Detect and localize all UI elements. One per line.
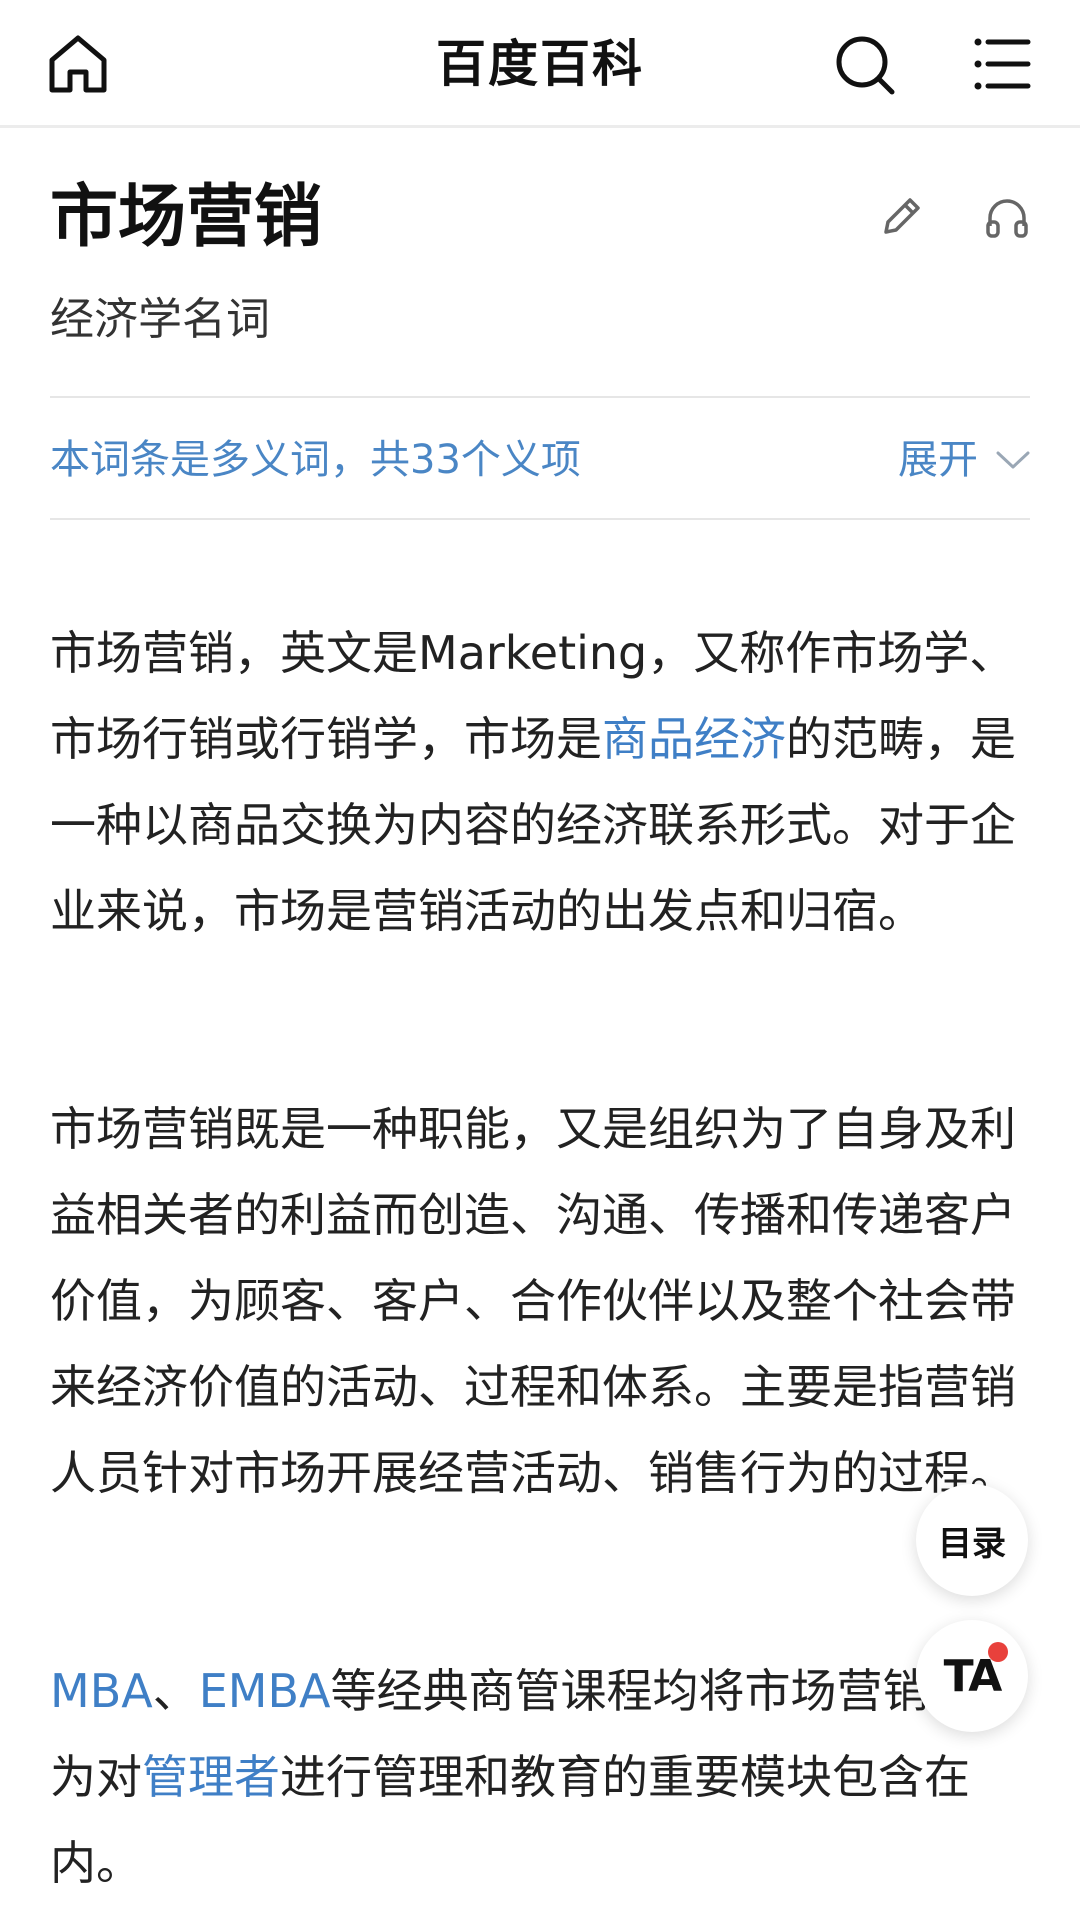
polysemy-notice[interactable]: 本词条是多义词，共33个义项: [50, 430, 581, 490]
entry-title: 市场营销: [50, 178, 323, 257]
paragraph-3: MBA、EMBA等经典商管课程均将市场营销作为对管理者进行管理和教育的重要模块包…: [50, 1648, 1020, 1906]
toc-button[interactable]: 目录: [916, 1484, 1028, 1596]
pencil-icon[interactable]: [876, 192, 926, 242]
polysemy-bar[interactable]: 本词条是多义词，共33个义项 展开: [50, 400, 1030, 520]
separator: 、: [152, 1664, 199, 1718]
ta-button[interactable]: TA: [916, 1620, 1028, 1732]
paragraph-1: 市场营销，英文是Marketing，又称作市场学、市场行销或行销学，市场是商品经…: [50, 610, 1020, 954]
toc-label: 目录: [938, 1523, 1006, 1564]
link-commodity-economy[interactable]: 商品经济: [602, 712, 786, 766]
link-manager[interactable]: 管理者: [142, 1750, 280, 1804]
search-icon[interactable]: [834, 34, 896, 96]
top-bar: 百度百科: [0, 0, 1080, 128]
entry-subtitle: 经济学名词: [50, 294, 270, 345]
expand-label: 展开: [898, 437, 978, 483]
headphones-icon[interactable]: [982, 192, 1032, 242]
divider: [50, 518, 1030, 520]
link-mba[interactable]: MBA: [50, 1664, 153, 1718]
site-title: 百度百科: [436, 35, 644, 93]
paragraph-text: 市场营销既是一种职能，又是组织为了自身及利益相关者的利益而创造、沟通、传播和传递…: [50, 1102, 1016, 1500]
divider: [50, 396, 1030, 398]
paragraph-2: 市场营销既是一种职能，又是组织为了自身及利益相关者的利益而创造、沟通、传播和传递…: [50, 1086, 1020, 1516]
chevron-down-icon: [996, 451, 1030, 469]
menu-icon[interactable]: [972, 34, 1032, 94]
link-emba[interactable]: EMBA: [199, 1664, 331, 1718]
notification-dot: [988, 1642, 1008, 1662]
expand-button[interactable]: 展开: [898, 430, 1030, 490]
